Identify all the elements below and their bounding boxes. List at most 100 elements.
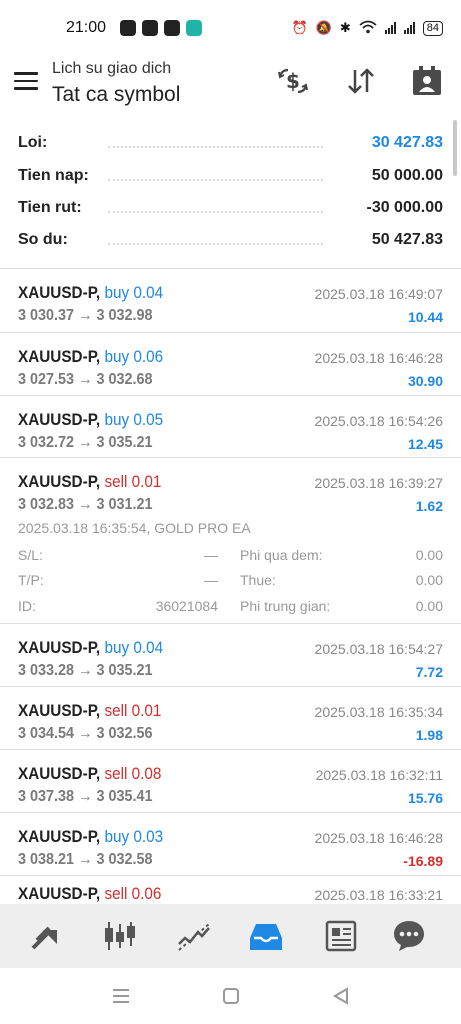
deal-row[interactable]: XAUUSD-P, buy 0.04 3 030.37 → 3 032.98 2… xyxy=(0,269,461,333)
svg-text:$: $ xyxy=(286,69,300,93)
deal-symbol: XAUUSD-P, xyxy=(18,410,101,429)
tp-value: — xyxy=(204,572,218,588)
deal-price: 3 033.28 → 3 035.21 xyxy=(18,662,153,679)
deal-time: 2025.03.18 16:49:07 xyxy=(314,286,443,302)
history-icon[interactable] xyxy=(248,918,284,954)
tax-label: Thue: xyxy=(240,572,276,588)
deal-price: 3 032.83 → 3 031.21 xyxy=(18,496,153,513)
deal-symbol: XAUUSD-P, xyxy=(18,347,101,366)
chat-icon[interactable] xyxy=(391,918,427,954)
deal-side: buy 0.03 xyxy=(104,827,164,846)
news-icon[interactable] xyxy=(323,918,359,954)
status-right: ⏰ 🔕 ✱ 84 xyxy=(291,20,443,37)
summary-label: Tien nap: xyxy=(18,167,95,185)
capcut-icon xyxy=(142,20,159,36)
notification-icons xyxy=(120,20,203,36)
smile-icon xyxy=(164,20,181,36)
deal-row[interactable]: XAUUSD-P, buy 0.06 3 027.53 → 3 032.68 2… xyxy=(0,333,461,396)
message-app-icon xyxy=(186,20,203,36)
deal-profit: 7.72 xyxy=(415,664,443,680)
deal-profit: 1.62 xyxy=(415,498,443,514)
status-time: 21:00 xyxy=(66,19,107,36)
sort-icon[interactable] xyxy=(344,64,378,98)
deal-time: 2025.03.18 16:54:27 xyxy=(314,641,443,657)
id-value: 36021084 xyxy=(155,598,218,614)
deal-side: buy 0.06 xyxy=(104,347,164,366)
trade-icon[interactable] xyxy=(176,918,212,954)
tax-value: 0.00 xyxy=(415,572,443,588)
deal-price: 3 038.21 → 3 032.58 xyxy=(18,851,153,868)
summary-row-balance: So du: 50 427.83 xyxy=(18,225,443,257)
summary-row-withdrawal: Tien rut: -30 000.00 xyxy=(18,193,443,225)
chart-icon[interactable] xyxy=(102,918,138,954)
summary-value: 50 000.00 xyxy=(371,167,443,184)
deal-time: 2025.03.18 16:35:34 xyxy=(314,704,443,720)
deal-price: 3 032.72 → 3 035.21 xyxy=(18,434,153,451)
deal-price: 3 027.53 → 3 032.68 xyxy=(18,371,153,388)
deal-side: buy 0.05 xyxy=(104,410,164,429)
sl-label: S/L: xyxy=(18,547,43,563)
id-label: ID: xyxy=(18,598,36,614)
recent-apps-icon[interactable] xyxy=(112,988,130,1009)
deal-symbol: XAUUSD-P, xyxy=(18,472,101,491)
deal-profit: 1.98 xyxy=(415,727,443,743)
deal-row-expanded[interactable]: XAUUSD-P, sell 0.01 3 032.83 → 3 031.21 … xyxy=(0,458,461,624)
status-bar: 21:00 ⏰ 🔕 ✱ 84 xyxy=(0,0,461,56)
home-icon[interactable] xyxy=(222,987,240,1010)
deal-side: sell 0.01 xyxy=(104,701,162,720)
deal-open-line: 2025.03.18 16:35:54, GOLD PRO EA xyxy=(18,520,251,536)
summary-row-deposit: Tien nap: 50 000.00 xyxy=(18,161,443,193)
deal-time: 2025.03.18 16:39:27 xyxy=(314,475,443,491)
deal-row[interactable]: XAUUSD-P, buy 0.03 3 038.21 → 3 032.58 2… xyxy=(0,813,461,876)
summary-label: Loi: xyxy=(18,134,54,152)
deal-profit: -16.89 xyxy=(403,853,443,869)
summary-value: 50 427.83 xyxy=(371,231,443,248)
bottom-navigation xyxy=(0,904,461,968)
deal-symbol: XAUUSD-P, xyxy=(18,638,101,657)
summary-row-profit: Loi: 30 427.83 xyxy=(18,128,443,160)
overnight-fee-label: Phi qua dem: xyxy=(240,547,323,563)
signal-icon xyxy=(384,22,396,34)
deal-row[interactable]: XAUUSD-P, sell 0.08 3 037.38 → 3 035.41 … xyxy=(0,750,461,813)
deal-symbol: XAUUSD-P, xyxy=(18,827,101,846)
summary-panel: Loi: 30 427.83 Tien nap: 50 000.00 Tien … xyxy=(0,128,461,268)
deal-time: 2025.03.18 16:54:26 xyxy=(314,413,443,429)
deal-row[interactable]: XAUUSD-P, buy 0.05 3 032.72 → 3 035.21 2… xyxy=(0,396,461,458)
deal-time: 2025.03.18 16:46:28 xyxy=(314,350,443,366)
deal-time: 2025.03.18 16:32:11 xyxy=(315,767,443,783)
sl-value: — xyxy=(204,547,218,563)
battery-indicator: 84 xyxy=(422,20,443,36)
summary-label: So du: xyxy=(18,231,74,249)
deal-row[interactable]: XAUUSD-P, sell 0.01 3 034.54 → 3 032.56 … xyxy=(0,687,461,750)
calendar-icon[interactable] xyxy=(410,64,444,98)
broker-fee-label: Phi trung gian: xyxy=(240,598,331,614)
scrollbar[interactable] xyxy=(453,120,457,176)
wifi-icon xyxy=(359,20,377,37)
overnight-fee-value: 0.00 xyxy=(415,547,443,563)
deal-profit: 15.76 xyxy=(407,790,443,806)
deal-price: 3 030.37 → 3 032.98 xyxy=(18,307,153,324)
summary-label: Tien rut: xyxy=(18,199,88,217)
app-bar: Lich su giao dich Tat ca symbol $ xyxy=(0,56,461,120)
quotes-icon[interactable] xyxy=(29,918,65,954)
deal-row[interactable]: XAUUSD-P, sell 0.06 2025.03.18 16:33:21 xyxy=(0,876,461,904)
deal-time: 2025.03.18 16:33:21 xyxy=(314,887,443,903)
page-title[interactable]: Tat ca symbol xyxy=(52,83,180,107)
bluetooth-icon: ✱ xyxy=(339,20,351,35)
deal-price: 3 034.54 → 3 032.56 xyxy=(18,725,153,742)
system-navigation xyxy=(0,968,461,1024)
page-subtitle: Lich su giao dich xyxy=(52,60,172,77)
menu-icon[interactable] xyxy=(14,72,38,92)
deal-row[interactable]: XAUUSD-P, buy 0.04 3 033.28 → 3 035.21 2… xyxy=(0,624,461,687)
signal-icon-2 xyxy=(403,22,415,34)
deposit-withdraw-icon[interactable]: $ xyxy=(276,64,310,98)
deal-side: sell 0.08 xyxy=(104,764,162,783)
back-icon[interactable] xyxy=(332,987,350,1010)
deal-symbol: XAUUSD-P, xyxy=(18,283,101,302)
zalo-icon xyxy=(120,20,137,36)
deal-side: buy 0.04 xyxy=(104,283,164,302)
deal-profit: 12.45 xyxy=(407,436,443,452)
alarm-icon: ⏰ xyxy=(291,20,308,35)
deal-time: 2025.03.18 16:46:28 xyxy=(314,830,443,846)
deal-price: 3 037.38 → 3 035.41 xyxy=(18,788,153,805)
